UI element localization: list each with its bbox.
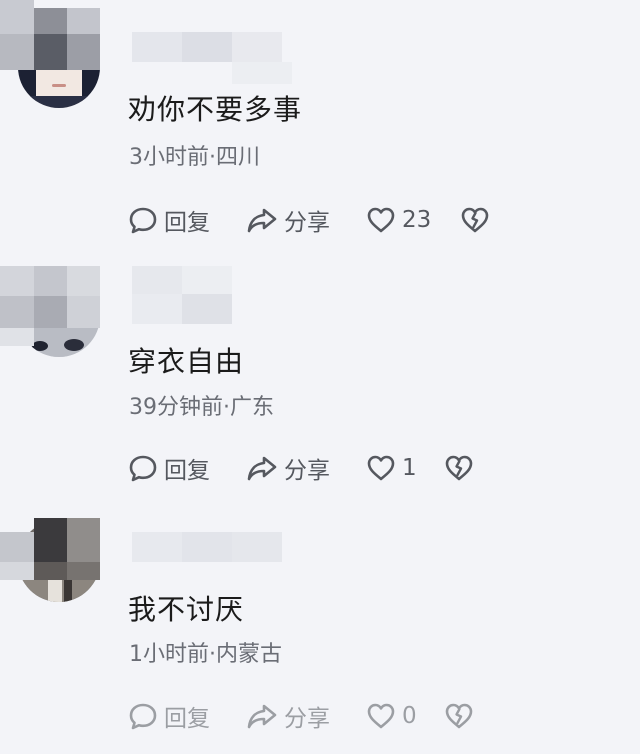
share-arrow-icon: [246, 701, 278, 731]
comment-meta: 39分钟前·广东: [129, 395, 274, 420]
reply-label: 回复: [164, 458, 210, 484]
comment-item: 劝你不要多事 3小时前·四川 回复 分享 23: [0, 0, 640, 250]
avatar-censor-mosaic: [0, 266, 100, 356]
like-button[interactable]: 0: [366, 702, 444, 730]
share-label: 分享: [284, 706, 330, 732]
reply-button[interactable]: 回复: [128, 203, 246, 237]
share-button[interactable]: 分享: [246, 203, 366, 237]
comment-actions: 回复 分享 23: [128, 203, 490, 237]
share-button[interactable]: 分享: [246, 451, 366, 485]
comment-item: 穿衣自由 39分钟前·广东 回复 分享 1: [0, 252, 640, 502]
comment-item: 我不讨厌 1小时前·内蒙古 回复 分享 0: [0, 504, 640, 754]
heart-icon: [366, 454, 396, 482]
share-label: 分享: [284, 458, 330, 484]
comment-text: 劝你不要多事: [128, 93, 303, 126]
share-arrow-icon: [246, 205, 278, 235]
comment-feed: 劝你不要多事 3小时前·四川 回复 分享 23 穿衣自由 39分钟前·广东 回复…: [0, 0, 640, 754]
broken-heart-icon: [460, 206, 490, 234]
comment-text: 穿衣自由: [128, 345, 245, 378]
avatar-censor-mosaic: [0, 0, 100, 70]
comment-bubble-icon: [128, 701, 158, 731]
reply-label: 回复: [164, 210, 210, 236]
share-label: 分享: [284, 210, 330, 236]
comment-bubble-icon: [128, 453, 158, 483]
like-button[interactable]: 23: [366, 206, 460, 234]
like-count: 0: [402, 703, 417, 729]
dislike-button[interactable]: [460, 206, 490, 234]
like-button[interactable]: 1: [366, 454, 444, 482]
heart-icon: [366, 702, 396, 730]
dislike-button[interactable]: [444, 702, 474, 730]
username-censored[interactable]: [132, 532, 282, 562]
share-button[interactable]: 分享: [246, 699, 366, 733]
comment-meta: 3小时前·四川: [129, 145, 260, 170]
comment-actions: 回复 分享 0: [128, 699, 474, 733]
comment-bubble-icon: [128, 205, 158, 235]
reply-button[interactable]: 回复: [128, 699, 246, 733]
like-count: 23: [402, 207, 432, 233]
comment-meta: 1小时前·内蒙古: [129, 642, 282, 667]
broken-heart-icon: [444, 454, 474, 482]
comment-text: 我不讨厌: [128, 593, 245, 626]
username-censored[interactable]: [132, 266, 282, 324]
like-count: 1: [402, 455, 417, 481]
share-arrow-icon: [246, 453, 278, 483]
username-censored[interactable]: [132, 32, 292, 84]
avatar-censor-mosaic: [0, 518, 100, 580]
broken-heart-icon: [444, 702, 474, 730]
reply-button[interactable]: 回复: [128, 451, 246, 485]
comment-actions: 回复 分享 1: [128, 451, 474, 485]
heart-icon: [366, 206, 396, 234]
dislike-button[interactable]: [444, 454, 474, 482]
reply-label: 回复: [164, 706, 210, 732]
